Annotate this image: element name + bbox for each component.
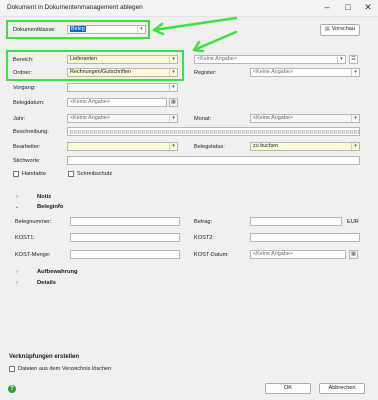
schreibschutz-checkbox[interactable] (68, 171, 74, 177)
annotation-highlight-dokumentklasse (6, 20, 150, 39)
belegstatus-select[interactable]: zu buchen ▾ (250, 142, 360, 151)
stichworte-input[interactable] (67, 156, 360, 165)
betrag-label: Betrag: (194, 219, 213, 225)
dropdown-icon: ▾ (169, 84, 177, 91)
close-button[interactable]: ✕ (361, 2, 375, 14)
section-beleginfo-label: Beleginfo (37, 204, 64, 210)
beschreibung-input-redacted[interactable] (67, 127, 360, 136)
section-notiz-label: Notiz (37, 194, 52, 200)
dropdown-icon: ▾ (169, 69, 177, 76)
bereich-label: Bereich: (13, 57, 34, 63)
dropdown-icon: ▾ (337, 56, 345, 63)
preview-icon: ▤ (324, 26, 330, 32)
help-icon[interactable]: ? (8, 385, 16, 393)
section-beleginfo[interactable]: ⌄ Beleginfo (13, 203, 363, 211)
jahr-value: <Keine Angabe> (70, 115, 110, 121)
calendar-icon[interactable]: ▦ (349, 250, 358, 259)
currency-label: EUR (347, 219, 359, 225)
stichworte-label: Stichworte: (13, 158, 41, 164)
register-select[interactable]: <Keine Angabe> ▾ (250, 68, 360, 77)
chevron-down-icon: ⌄ (14, 204, 20, 210)
bereich-secondary-select[interactable]: <Keine Angabe> ▾ (194, 55, 346, 64)
bereich-select[interactable]: Lieferanten ▾ (67, 55, 178, 64)
list-icon[interactable]: ☰ (349, 55, 358, 64)
vorschau-button[interactable]: ▤ Vorschau (320, 24, 360, 36)
beschreibung-label: Beschreibung: (13, 129, 49, 135)
abbrechen-button[interactable]: Abbrechen (319, 383, 365, 394)
chevron-right-icon: › (16, 280, 18, 286)
section-aufbewahrung-label: Aufbewahrung (37, 269, 78, 275)
dropdown-icon: ▾ (169, 143, 177, 150)
dropdown-icon: ▾ (169, 115, 177, 122)
section-details-label: Details (37, 280, 57, 286)
kost-datum-label: KOST-Datum: (194, 252, 229, 258)
bereich-value: Lieferanten (70, 56, 97, 62)
jahr-select[interactable]: <Keine Angabe> ▾ (67, 114, 178, 123)
chevron-right-icon: › (16, 269, 18, 275)
ordner-select[interactable]: Rechnungen/Gutschriften ▾ (67, 68, 178, 77)
kost1-input[interactable] (70, 233, 180, 242)
belegnummer-label: Belegnummer: (15, 219, 52, 225)
minimize-button[interactable]: – (320, 2, 334, 14)
ordner-label: Ordner: (13, 70, 32, 76)
dropdown-icon: ▾ (169, 56, 177, 63)
bearbeiter-label: Bearbeiter: (13, 144, 41, 150)
handakte-checkbox[interactable] (13, 171, 19, 177)
section-details[interactable]: › Details (13, 279, 363, 287)
belegstatus-label: Belegstatus: (194, 144, 225, 150)
monat-label: Monat: (194, 116, 212, 122)
register-value: <Keine Angabe> (253, 69, 293, 75)
kost-menge-input[interactable] (70, 250, 180, 259)
window-title: Dokument in Dokumentenmanagement ablegen (7, 4, 143, 11)
jahr-label: Jahr: (13, 116, 26, 122)
vorgang-label: Vorgang: (13, 85, 36, 91)
belegnummer-input[interactable] (70, 217, 180, 226)
dropdown-icon: ▾ (351, 143, 359, 150)
vorgang-select[interactable]: ▾ (67, 83, 178, 92)
verknuepfungen-title: Verknüpfungen erstellen (9, 354, 80, 360)
register-label: Register: (194, 70, 217, 76)
dateien-loeschen-label: Dateien aus dem Verzeichnis löschen (18, 366, 112, 372)
section-notiz[interactable]: › Notiz (13, 193, 363, 201)
chevron-right-icon: › (16, 194, 18, 200)
betrag-input[interactable] (250, 217, 342, 226)
kost1-label: KOST1: (15, 235, 35, 241)
schreibschutz-label: Schreibschutz (77, 171, 113, 177)
dropdown-icon: ▾ (351, 69, 359, 76)
ok-button[interactable]: OK (265, 383, 311, 394)
maximize-button[interactable]: □ (341, 2, 355, 14)
dropdown-icon: ▾ (351, 115, 359, 122)
handakte-label: Handakte (22, 171, 46, 177)
kost2-input[interactable] (250, 233, 360, 242)
bearbeiter-select-redacted[interactable]: ▾ (67, 142, 178, 151)
belegstatus-value: zu buchen (253, 143, 278, 149)
calendar-icon[interactable]: ▦ (169, 98, 178, 107)
monat-value: <Keine Angabe> (253, 115, 293, 121)
belegdatum-label: Belegdatum: (13, 100, 45, 106)
ordner-value: Rechnungen/Gutschriften (70, 69, 132, 75)
dateien-loeschen-checkbox[interactable] (9, 366, 15, 372)
kost-datum-input[interactable]: <Keine Angabe> (250, 250, 346, 259)
section-aufbewahrung[interactable]: › Aufbewahrung (13, 268, 363, 276)
belegdatum-input[interactable]: <Keine Angabe> (67, 98, 167, 107)
bereich-secondary-value: <Keine Angabe> (197, 56, 237, 62)
vorschau-label: Vorschau (331, 26, 356, 32)
monat-select[interactable]: <Keine Angabe> ▾ (250, 114, 360, 123)
kost-menge-label: KOST-Menge: (15, 252, 51, 258)
kost2-label: KOST2: (194, 235, 214, 241)
